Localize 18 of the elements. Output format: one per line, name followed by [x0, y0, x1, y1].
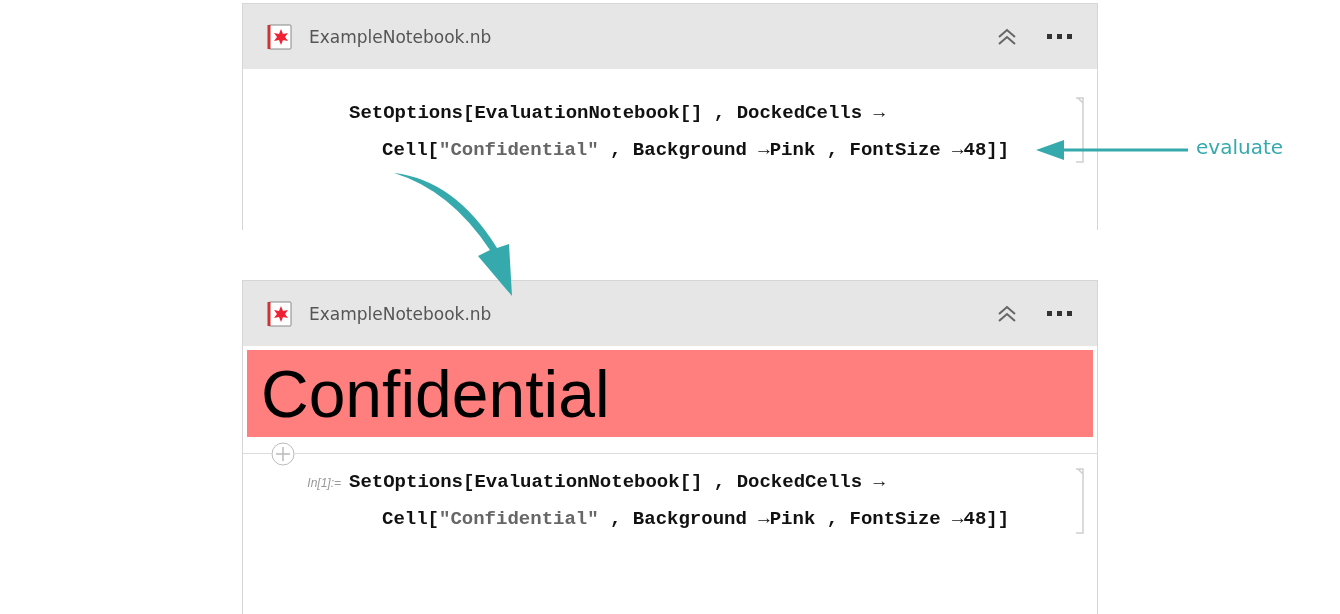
- chevrons-up-icon[interactable]: [997, 27, 1017, 46]
- input-label: In[1]:=: [306, 475, 342, 490]
- code-line: SetOptions[EvaluationNotebook[] , DockedCells →: [349, 101, 886, 126]
- more-icon[interactable]: [1047, 33, 1073, 40]
- notebook-title: ExampleNotebook.nb: [309, 26, 493, 47]
- code-line: SetOptions[EvaluationNotebook[] , DockedCells →: [349, 470, 886, 495]
- notebook-title: ExampleNotebook.nb: [309, 303, 493, 324]
- chevrons-up-icon[interactable]: [997, 304, 1017, 323]
- notebook-icon: [267, 300, 293, 327]
- notebook-icon: [267, 23, 293, 50]
- cell-bracket[interactable]: [1075, 468, 1085, 534]
- docked-cell-text: Confidential: [261, 360, 610, 427]
- evaluate-label: evaluate: [1196, 135, 1284, 159]
- add-cell-icon[interactable]: [271, 442, 295, 466]
- code-line: Cell["Confidential" , Background →Pink , FontSize →48]]: [381, 138, 1010, 163]
- more-icon[interactable]: [1047, 310, 1073, 317]
- code-line: Cell["Confidential" , Background →Pink , FontSize →48]]: [381, 507, 1010, 532]
- cell-bracket[interactable]: [1075, 97, 1085, 163]
